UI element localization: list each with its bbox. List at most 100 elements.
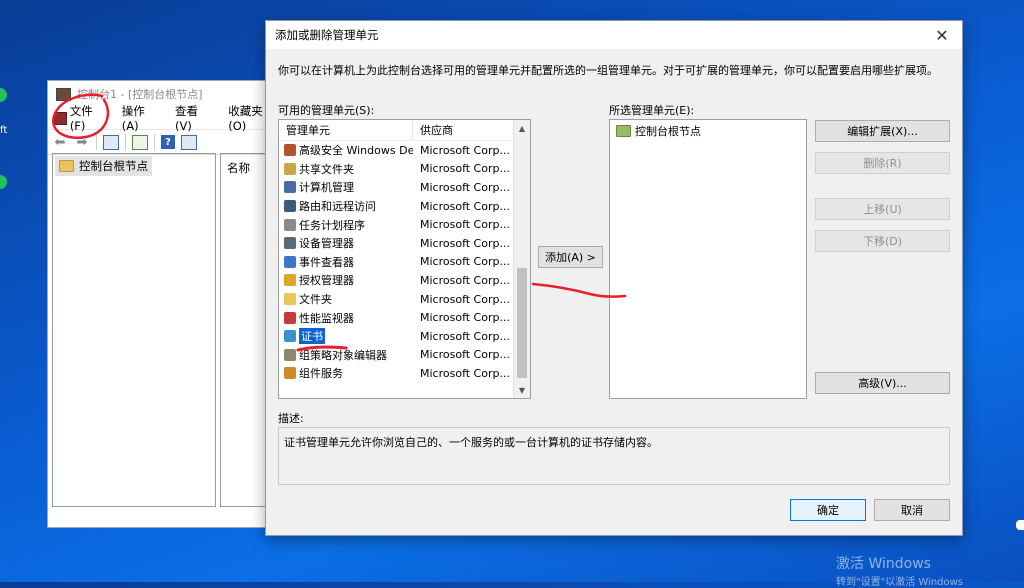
- snapin-name-cell: 共享文件夹: [279, 161, 413, 177]
- snapin-name: 性能监视器: [299, 311, 354, 325]
- snapin-vendor: Microsoft Corp...: [420, 218, 510, 232]
- cancel-button[interactable]: 取消: [874, 499, 950, 521]
- snapin-name: 任务计划程序: [299, 218, 365, 232]
- snapin-name-cell: 任务计划程序: [279, 217, 413, 233]
- dialog-intro-text: 你可以在计算机上为此控制台选择可用的管理单元并配置所选的一组管理单元。对于可扩展…: [278, 64, 938, 77]
- tree-console-root[interactable]: 控制台根节点: [55, 156, 152, 176]
- desktop-icon-2[interactable]: [0, 175, 7, 189]
- menu-view[interactable]: 查看(V): [175, 103, 214, 133]
- event-viewer-icon: [284, 255, 296, 268]
- column-header-snapin[interactable]: 管理单元: [279, 120, 413, 140]
- snapin-name: 计算机管理: [299, 181, 354, 195]
- selected-item-label: 控制台根节点: [635, 125, 701, 138]
- forward-arrow-icon[interactable]: ➡: [74, 134, 90, 150]
- snapin-name-cell: 组件服务: [279, 365, 413, 381]
- console-menubar: 文件(F) 操作(A) 查看(V) 收藏夹(O): [48, 104, 280, 133]
- selected-snapins-label: 所选管理单元(E):: [609, 104, 695, 117]
- column-header-name[interactable]: 名称: [227, 161, 250, 175]
- move-up-button[interactable]: 上移(U): [815, 198, 950, 220]
- clock-icon: [284, 218, 296, 231]
- dialog-titlebar: 添加或删除管理单元 ✕: [266, 21, 962, 49]
- scrollbar-thumb[interactable]: [517, 268, 527, 378]
- component-services-icon: [284, 367, 296, 380]
- toolbar-separator: [125, 134, 126, 150]
- tree-console-root-label: 控制台根节点: [79, 159, 148, 173]
- snapin-name-cell: 性能监视器: [279, 310, 413, 326]
- close-icon[interactable]: ✕: [922, 21, 962, 49]
- table-row[interactable]: 证书 Microsoft Corp...: [279, 327, 530, 346]
- folder-icon: [616, 125, 631, 137]
- list-scrollbar[interactable]: ▲ ▼: [513, 120, 530, 398]
- performance-icon: [284, 311, 296, 324]
- properties-icon[interactable]: [181, 134, 197, 150]
- snapin-name: 组件服务: [299, 367, 343, 381]
- export-list-icon[interactable]: [132, 134, 148, 150]
- table-row[interactable]: 高级安全 Windows Def... Microsoft Corp...: [279, 141, 530, 160]
- snapin-vendor: Microsoft Corp...: [420, 348, 510, 362]
- add-button[interactable]: 添加(A) >: [538, 246, 603, 268]
- snapin-name-cell: 计算机管理: [279, 179, 413, 195]
- console-panes: 控制台根节点 名称: [52, 153, 276, 507]
- snapin-vendor: Microsoft Corp...: [420, 199, 510, 213]
- desktop-icon-1[interactable]: [0, 88, 7, 102]
- show-hide-tree-icon[interactable]: [103, 134, 119, 150]
- help-icon[interactable]: ?: [161, 135, 175, 149]
- snapin-vendor: Microsoft Corp...: [420, 236, 510, 250]
- snapin-name-cell: 授权管理器: [279, 272, 413, 288]
- menu-file[interactable]: 文件(F): [54, 103, 108, 133]
- snapin-name: 组策略对象编辑器: [299, 348, 387, 362]
- available-snapins-list[interactable]: 管理单元 供应商 高级安全 Windows Def... Microsoft Co…: [278, 119, 531, 399]
- description-label: 描述:: [278, 412, 304, 425]
- selected-snapins-list[interactable]: 控制台根节点: [609, 119, 807, 399]
- snapin-name: 设备管理器: [299, 237, 354, 251]
- console-title: 控制台1 - [控制台根节点]: [77, 88, 203, 101]
- table-row[interactable]: 授权管理器 Microsoft Corp...: [279, 271, 530, 290]
- mmc-console-window: 控制台1 - [控制台根节点] 文件(F) 操作(A) 查看(V) 收藏夹(O)…: [47, 80, 281, 528]
- table-row[interactable]: 性能监视器 Microsoft Corp...: [279, 308, 530, 327]
- certificate-icon: [284, 330, 296, 343]
- scroll-up-icon[interactable]: ▲: [514, 120, 530, 136]
- snapin-name: 证书: [299, 328, 325, 345]
- screen-edge-indicator: [1016, 520, 1024, 530]
- computer-mgmt-icon: [284, 181, 296, 194]
- snapin-name: 路由和远程访问: [299, 200, 376, 214]
- snapin-name-cell: 事件查看器: [279, 254, 413, 270]
- snapin-name: 高级安全 Windows Def...: [299, 144, 413, 158]
- remove-button[interactable]: 删除(R): [815, 152, 950, 174]
- snapin-vendor: Microsoft Corp...: [420, 292, 510, 306]
- menu-action[interactable]: 操作(A): [122, 103, 161, 133]
- authorization-icon: [284, 274, 296, 287]
- table-row[interactable]: 事件查看器 Microsoft Corp...: [279, 253, 530, 272]
- snapin-vendor: Microsoft Corp...: [420, 143, 510, 157]
- snapin-name: 共享文件夹: [299, 162, 354, 176]
- group-policy-icon: [284, 348, 296, 361]
- snapin-name: 文件夹: [299, 293, 332, 307]
- snapin-name-cell: 证书: [279, 328, 413, 345]
- table-row[interactable]: 文件夹 Microsoft Corp...: [279, 290, 530, 309]
- table-row[interactable]: 路由和远程访问 Microsoft Corp...: [279, 197, 530, 216]
- table-row[interactable]: 任务计划程序 Microsoft Corp...: [279, 215, 530, 234]
- shared-folder-icon: [284, 162, 296, 175]
- column-header-vendor[interactable]: 供应商: [413, 122, 453, 138]
- snapin-vendor: Microsoft Corp...: [420, 180, 510, 194]
- ok-button[interactable]: 确定: [790, 499, 866, 521]
- snapin-rows: 高级安全 Windows Def...Microsoft Corp...共享文件…: [279, 141, 530, 383]
- back-arrow-icon[interactable]: ⬅: [52, 134, 68, 150]
- console-tree-pane: 控制台根节点: [52, 153, 216, 507]
- table-row[interactable]: 计算机管理 Microsoft Corp...: [279, 178, 530, 197]
- snapin-name-cell: 文件夹: [279, 291, 413, 307]
- table-row[interactable]: 组策略对象编辑器 Microsoft Corp...: [279, 346, 530, 365]
- advanced-button[interactable]: 高级(V)...: [815, 372, 950, 394]
- move-down-button[interactable]: 下移(D): [815, 230, 950, 252]
- snapin-name-cell: 设备管理器: [279, 235, 413, 251]
- table-row[interactable]: 组件服务 Microsoft Corp...: [279, 364, 530, 383]
- snapin-vendor: Microsoft Corp...: [420, 255, 510, 269]
- folder-icon: [284, 293, 296, 306]
- table-row[interactable]: 共享文件夹 Microsoft Corp...: [279, 160, 530, 179]
- available-snapins-label: 可用的管理单元(S):: [278, 104, 375, 117]
- list-item[interactable]: 控制台根节点: [610, 120, 806, 142]
- scroll-down-icon[interactable]: ▼: [514, 382, 530, 398]
- snapin-vendor: Microsoft Corp...: [420, 162, 510, 176]
- edit-extensions-button[interactable]: 编辑扩展(X)...: [815, 120, 950, 142]
- table-row[interactable]: 设备管理器 Microsoft Corp...: [279, 234, 530, 253]
